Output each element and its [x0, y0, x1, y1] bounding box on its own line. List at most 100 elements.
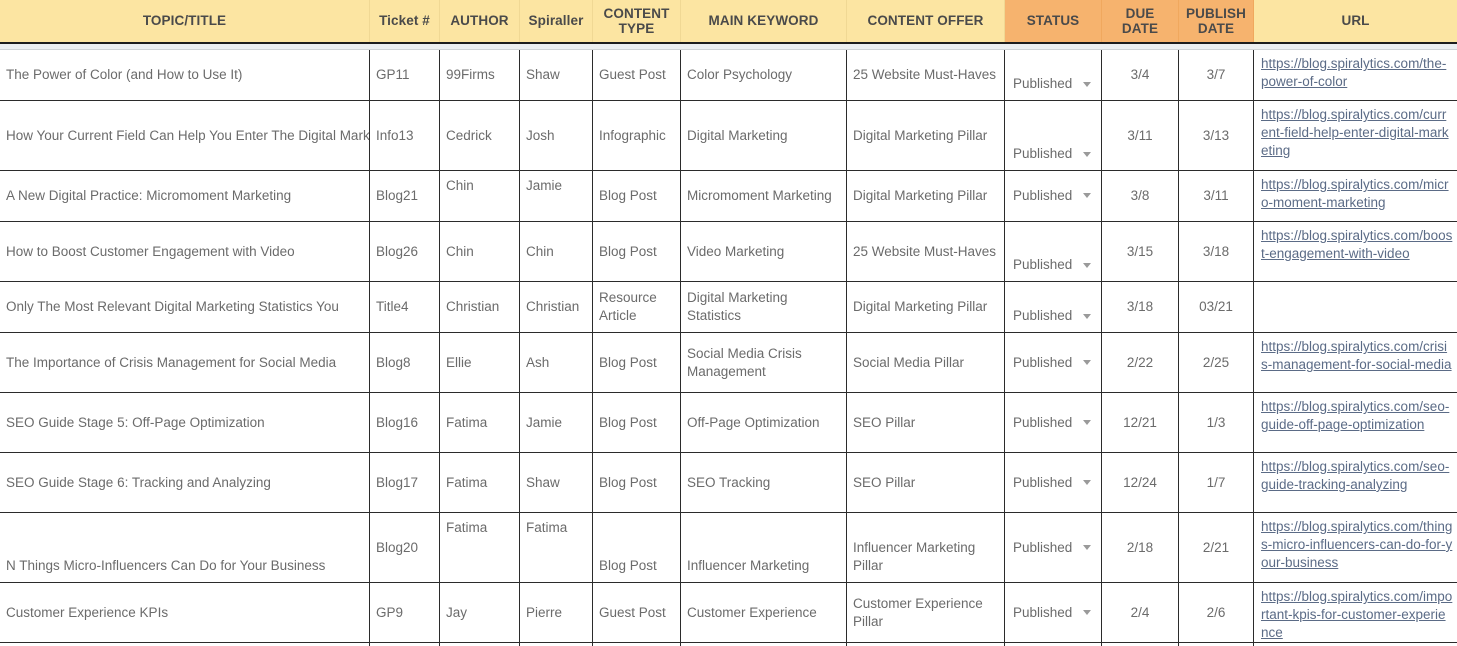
- url-cell[interactable]: https://blog.spiralytics.com/boost-engag…: [1254, 222, 1457, 281]
- cell-spiraller: Chin: [520, 222, 593, 281]
- status-dropdown[interactable]: Published: [1005, 393, 1102, 452]
- table-row[interactable]: How to Boost Customer Engagement with Vi…: [0, 222, 1457, 282]
- table-row[interactable]: Customer Experience KPIsGP9JayPierreGues…: [0, 583, 1457, 643]
- url-link[interactable]: https://blog.spiralytics.com/seo-guide-t…: [1261, 458, 1453, 494]
- cell-text: Off-Page Optimization: [687, 414, 820, 432]
- column-header-spiraller[interactable]: Spiraller: [520, 0, 593, 42]
- cell-text: A New Digital Practice: Micromoment Mark…: [6, 187, 291, 205]
- cell-ticket: GP11: [370, 50, 440, 100]
- url-cell[interactable]: https://blog.spiralytics.com/current-fie…: [1254, 101, 1457, 170]
- status-dropdown[interactable]: Published: [1005, 171, 1102, 221]
- cell-spiraller: Josh: [520, 101, 593, 170]
- column-header-url[interactable]: URL: [1254, 0, 1457, 42]
- column-header-publish_date[interactable]: PUBLISHDATE: [1179, 0, 1254, 42]
- url-link[interactable]: https://blog.spiralytics.com/current-fie…: [1261, 106, 1453, 160]
- cell-text: Chin: [526, 243, 554, 261]
- cell-publish_date: 1/3: [1179, 393, 1254, 452]
- chevron-down-icon[interactable]: [1083, 193, 1091, 198]
- table-row[interactable]: How Your Current Field Can Help You Ente…: [0, 101, 1457, 171]
- table-row[interactable]: SEO Guide Stage 5: Off-Page Optimization…: [0, 393, 1457, 453]
- url-cell[interactable]: https://blog.spiralytics.com/the-power-o…: [1254, 50, 1457, 100]
- chevron-down-icon[interactable]: [1083, 420, 1091, 425]
- chevron-down-icon[interactable]: [1083, 314, 1091, 319]
- cell-text: Infographic: [599, 127, 666, 145]
- url-link[interactable]: https://blog.spiralytics.com/the-power-o…: [1261, 55, 1453, 91]
- column-header-author[interactable]: AUTHOR: [440, 0, 520, 42]
- url-link[interactable]: https://blog.spiralytics.com/crisis-mana…: [1261, 338, 1453, 374]
- chevron-down-icon[interactable]: [1083, 82, 1091, 87]
- status-dropdown[interactable]: Published: [1005, 222, 1102, 281]
- url-cell[interactable]: https://blog.spiralytics.com/seo-guide-o…: [1254, 393, 1457, 452]
- cell-author: Chin: [440, 222, 520, 281]
- chevron-down-icon[interactable]: [1083, 480, 1091, 485]
- chevron-down-icon[interactable]: [1083, 360, 1091, 365]
- cell-text: 2/25: [1203, 354, 1229, 372]
- column-header-title[interactable]: TOPIC/TITLE: [0, 0, 370, 42]
- cell-text: Blog16: [376, 414, 418, 432]
- url-link[interactable]: https://blog.spiralytics.com/micro-momen…: [1261, 176, 1453, 212]
- status-value: Published: [1013, 414, 1072, 432]
- status-dropdown[interactable]: Published: [1005, 282, 1102, 332]
- status-dropdown[interactable]: Published: [1005, 583, 1102, 642]
- url-cell[interactable]: https://blog.spiralytics.com/micro-momen…: [1254, 171, 1457, 221]
- chevron-down-icon[interactable]: [1083, 610, 1091, 615]
- status-value: Published: [1013, 256, 1072, 274]
- table-row[interactable]: The Importance of Crisis Management for …: [0, 333, 1457, 393]
- cell-text: Digital Marketing Statistics: [687, 289, 840, 325]
- cell-main_keyword: Digital Marketing: [681, 101, 847, 170]
- cell-text: 2/4: [1131, 604, 1150, 622]
- cell-text: GP9: [376, 604, 403, 622]
- table-row[interactable]: The Power of Color (and How to Use It)GP…: [0, 50, 1457, 101]
- cell-text: Info13: [376, 127, 414, 145]
- cell-text: Social Media Crisis Management: [687, 345, 840, 381]
- status-dropdown[interactable]: Published: [1005, 50, 1102, 100]
- cell-text: Blog26: [376, 243, 418, 261]
- column-header-ticket[interactable]: Ticket #: [370, 0, 440, 42]
- status-value: Published: [1013, 539, 1072, 557]
- cell-text: 2/18: [1127, 539, 1153, 557]
- cell-text: SEO Tracking: [687, 474, 770, 492]
- table-row[interactable]: A New Digital Practice: Micromoment Mark…: [0, 171, 1457, 222]
- cell-title: The Importance of Crisis Management for …: [0, 333, 370, 392]
- status-dropdown[interactable]: Published: [1005, 513, 1102, 582]
- cell-main_keyword: Influencer Marketing: [681, 513, 847, 582]
- column-header-due_date[interactable]: DUEDATE: [1102, 0, 1179, 42]
- cell-text: 3/8: [1131, 187, 1150, 205]
- url-link[interactable]: https://blog.spiralytics.com/important-k…: [1261, 588, 1453, 642]
- cell-content_type: Blog Post: [593, 513, 681, 582]
- cell-due_date: 12/24: [1102, 453, 1179, 512]
- url-cell[interactable]: https://blog.spiralytics.com/things-micr…: [1254, 513, 1457, 582]
- chevron-down-icon[interactable]: [1083, 263, 1091, 268]
- cell-main_keyword: Off-Page Optimization: [681, 393, 847, 452]
- table-row[interactable]: N Things Micro-Influencers Can Do for Yo…: [0, 513, 1457, 583]
- chevron-down-icon[interactable]: [1083, 545, 1091, 550]
- url-link[interactable]: https://blog.spiralytics.com/things-micr…: [1261, 518, 1453, 572]
- url-cell[interactable]: https://blog.spiralytics.com/crisis-mana…: [1254, 333, 1457, 392]
- column-header-content_offer[interactable]: CONTENT OFFER: [847, 0, 1005, 42]
- column-header-status[interactable]: STATUS: [1005, 0, 1102, 42]
- url-cell[interactable]: https://blog.spiralytics.com/seo-guide-t…: [1254, 453, 1457, 512]
- header-row: TOPIC/TITLETicket #AUTHORSpirallerCONTEN…: [0, 0, 1457, 42]
- cell-text: Digital Marketing: [687, 127, 788, 145]
- table-row[interactable]: Only The Most Relevant Digital Marketing…: [0, 282, 1457, 333]
- cell-spiraller: Jamie: [520, 393, 593, 452]
- cell-text: 3/11: [1127, 127, 1152, 145]
- cell-text: 12/21: [1123, 414, 1157, 432]
- table-row[interactable]: SEO Guide Stage 6: Tracking and Analyzin…: [0, 453, 1457, 513]
- status-dropdown[interactable]: Published: [1005, 333, 1102, 392]
- cell-author: Jay: [440, 583, 520, 642]
- chevron-down-icon[interactable]: [1083, 152, 1091, 157]
- cell-due_date: 12/21: [1102, 393, 1179, 452]
- column-header-content_type[interactable]: CONTENTTYPE: [593, 0, 681, 42]
- url-cell[interactable]: https://blog.spiralytics.com/important-k…: [1254, 583, 1457, 642]
- cell-text: 3/4: [1131, 66, 1150, 84]
- url-cell[interactable]: [1254, 282, 1457, 332]
- cell-text: Digital Marketing Pillar: [853, 127, 987, 145]
- status-dropdown[interactable]: Published: [1005, 453, 1102, 512]
- status-dropdown[interactable]: Published: [1005, 101, 1102, 170]
- column-header-main_keyword[interactable]: MAIN KEYWORD: [681, 0, 847, 42]
- url-link[interactable]: https://blog.spiralytics.com/seo-guide-o…: [1261, 398, 1453, 434]
- url-link[interactable]: https://blog.spiralytics.com/boost-engag…: [1261, 227, 1453, 263]
- cell-title: Customer Experience KPIs: [0, 583, 370, 642]
- status-value: Published: [1013, 307, 1072, 325]
